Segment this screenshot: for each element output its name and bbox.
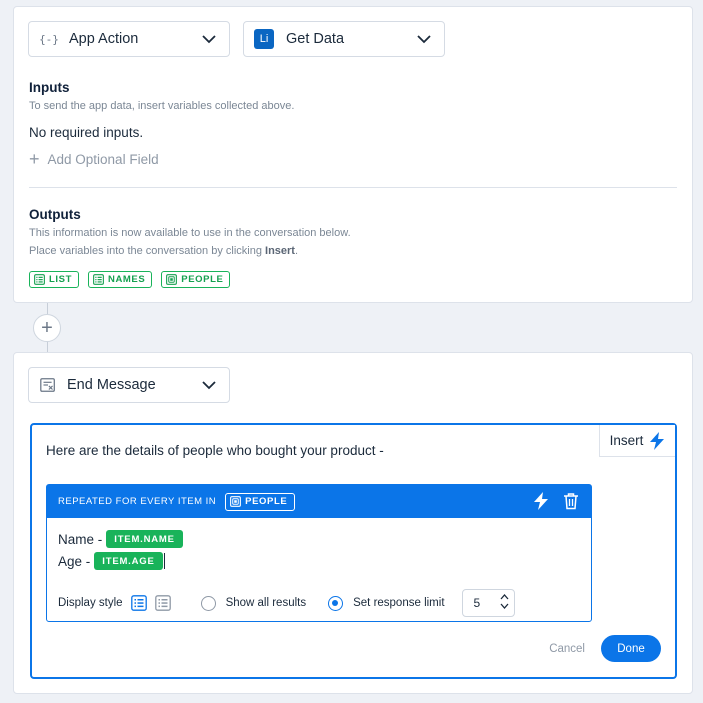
- inputs-subtitle: To send the app data, insert variables c…: [29, 100, 295, 112]
- lightning-icon[interactable]: [533, 492, 549, 510]
- inputs-title: Inputs: [29, 80, 70, 95]
- output-tag-names-label: NAMES: [107, 274, 146, 285]
- chevron-down-icon[interactable]: [500, 603, 509, 610]
- repeat-block-header: REPEATED FOR EVERY ITEM IN PEOPLE: [47, 485, 591, 518]
- connector-line: [47, 342, 48, 352]
- cancel-button[interactable]: Cancel: [549, 643, 585, 655]
- get-data-dropdown[interactable]: Li Get Data: [243, 21, 445, 57]
- repeat-block: REPEATED FOR EVERY ITEM IN PEOPLE Name -…: [46, 484, 592, 622]
- output-tags: LIST NAMES PEOPLE: [29, 271, 231, 288]
- output-tag-list-label: LIST: [49, 274, 72, 285]
- numbered-list-style-icon[interactable]: [130, 595, 147, 611]
- outputs-insert-hint: Place variables into the conversation by…: [29, 245, 298, 257]
- display-options: Display style Show all results Set respo…: [58, 589, 515, 617]
- insert-label: Insert: [609, 433, 644, 448]
- response-limit-value[interactable]: 5: [474, 596, 481, 610]
- hint-insert-bold: Insert: [265, 245, 295, 257]
- add-optional-field-label: Add Optional Field: [47, 151, 159, 167]
- repeat-header-text: REPEATED FOR EVERY ITEM IN: [58, 496, 217, 507]
- no-inputs-text: No required inputs.: [29, 125, 144, 140]
- stepper-arrows: [500, 593, 509, 610]
- code-braces-icon: {-}: [39, 32, 59, 46]
- repeat-people-label: PEOPLE: [245, 496, 288, 507]
- response-limit-stepper[interactable]: 5: [461, 589, 515, 617]
- age-label: Age -: [58, 553, 91, 569]
- repeat-people-tag[interactable]: PEOPLE: [225, 492, 296, 511]
- divider: [29, 187, 677, 188]
- add-step-button[interactable]: +: [33, 314, 61, 342]
- end-message-card: End Message Insert Here are the details …: [13, 352, 693, 694]
- display-style-label: Display style: [58, 597, 123, 609]
- plus-icon: +: [41, 316, 53, 339]
- linkedin-icon: Li: [254, 29, 274, 49]
- bullet-list-style-icon[interactable]: [154, 595, 171, 611]
- hint-period: .: [294, 245, 299, 257]
- outputs-desc: This information is now available to use…: [29, 227, 351, 239]
- show-all-results-radio[interactable]: [200, 595, 216, 611]
- text-cursor: [163, 553, 165, 569]
- add-optional-field-button[interactable]: + Add Optional Field: [29, 150, 159, 168]
- repeat-header-actions: [533, 492, 579, 510]
- output-tag-names[interactable]: NAMES: [87, 271, 153, 288]
- show-all-results-label[interactable]: Show all results: [226, 597, 307, 609]
- insert-button[interactable]: Insert: [599, 425, 675, 457]
- app-action-label: App Action: [69, 31, 139, 47]
- repeat-row-name: Name - ITEM.NAME: [58, 530, 183, 548]
- name-label: Name -: [58, 531, 103, 547]
- end-message-icon: [40, 378, 55, 392]
- collection-icon: [166, 274, 178, 285]
- output-tag-people[interactable]: PEOPLE: [161, 271, 231, 288]
- hint-text: Place variables into the conversation by…: [29, 245, 266, 257]
- repeat-row-age: Age - ITEM.AGE: [58, 552, 165, 570]
- output-tag-people-label: PEOPLE: [181, 274, 224, 285]
- app-action-dropdown[interactable]: {-} App Action: [28, 21, 230, 57]
- collection-icon: [230, 496, 242, 507]
- end-message-label: End Message: [67, 377, 156, 393]
- chevron-down-icon: [417, 35, 431, 44]
- list-icon: [93, 274, 104, 285]
- item-age-variable[interactable]: ITEM.AGE: [94, 552, 163, 570]
- output-tag-list[interactable]: LIST: [29, 271, 79, 288]
- end-message-dropdown[interactable]: End Message: [28, 367, 230, 403]
- chevron-down-icon: [202, 381, 216, 390]
- get-data-label: Get Data: [286, 31, 345, 47]
- app-action-card: {-} App Action Li Get Data Inputs To sen…: [13, 6, 693, 303]
- outputs-title: Outputs: [29, 207, 81, 222]
- done-button[interactable]: Done: [601, 635, 661, 662]
- chevron-down-icon: [202, 35, 216, 44]
- plus-icon: +: [29, 149, 40, 169]
- trash-icon[interactable]: [563, 492, 579, 510]
- set-response-limit-radio[interactable]: [328, 595, 344, 611]
- set-response-limit-label[interactable]: Set response limit: [353, 597, 444, 609]
- chevron-up-icon[interactable]: [500, 593, 509, 600]
- message-text[interactable]: Here are the details of people who bough…: [46, 443, 384, 458]
- connector-line: [47, 303, 48, 314]
- message-editor[interactable]: Insert Here are the details of people wh…: [30, 423, 677, 679]
- lightning-icon: [650, 431, 665, 450]
- item-name-variable[interactable]: ITEM.NAME: [106, 530, 183, 548]
- list-icon: [34, 274, 45, 285]
